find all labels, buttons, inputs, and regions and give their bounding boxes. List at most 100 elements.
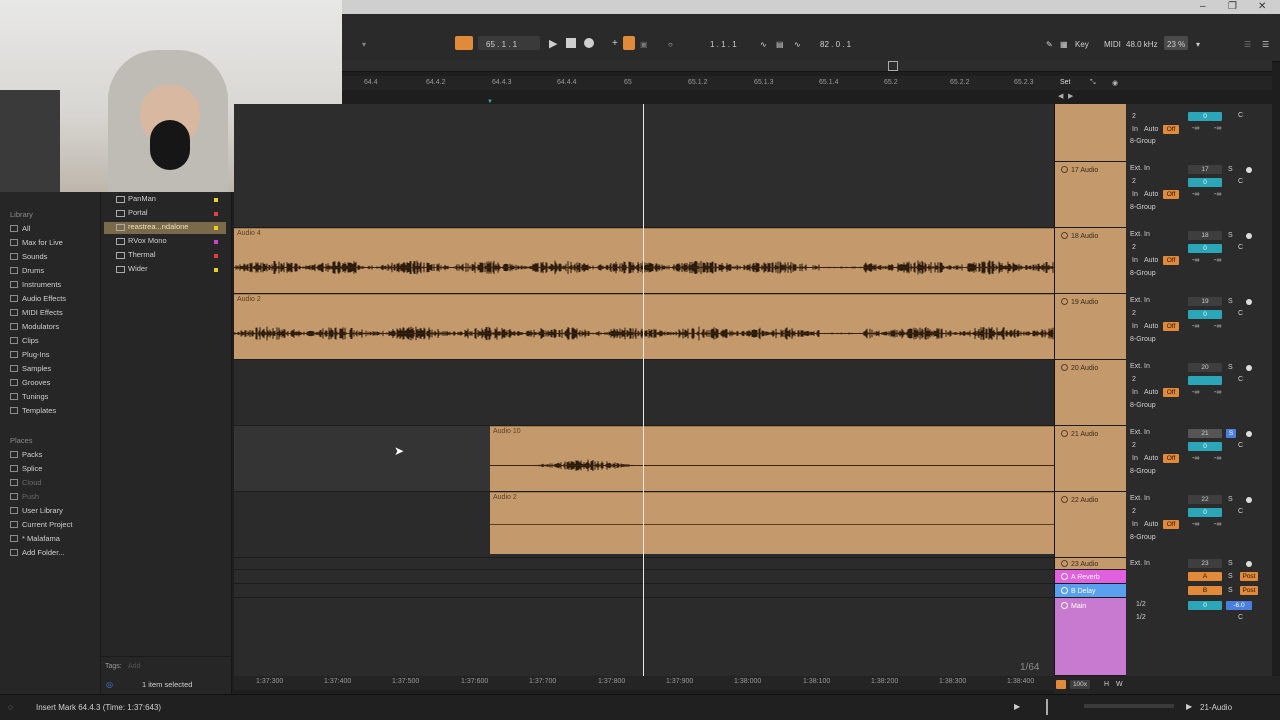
- track-volume[interactable]: 0: [1188, 442, 1222, 451]
- track-pan[interactable]: C: [1238, 310, 1243, 317]
- places-push[interactable]: Push: [10, 492, 39, 501]
- track-header[interactable]: [1055, 104, 1127, 162]
- return-track-header[interactable]: B Delay: [1055, 584, 1127, 598]
- main-volume[interactable]: 0: [1188, 601, 1222, 610]
- return-track-header[interactable]: A Reverb: [1055, 570, 1127, 584]
- browser-category-audio-effects[interactable]: Audio Effects: [10, 294, 66, 303]
- main-peak-meter[interactable]: -6.0: [1226, 601, 1252, 610]
- input-type-chooser[interactable]: Ext. In: [1130, 297, 1150, 304]
- track-header-selected[interactable]: 21 Audio: [1055, 426, 1127, 492]
- solo-button-active[interactable]: S: [1226, 429, 1236, 438]
- monitor-auto-button[interactable]: Auto: [1144, 257, 1158, 264]
- browser-file-item[interactable]: Thermal: [104, 250, 226, 262]
- solo-button[interactable]: S: [1228, 496, 1233, 503]
- monitor-in-button[interactable]: In: [1132, 323, 1138, 330]
- audio-clip[interactable]: Audio 2: [490, 492, 1054, 554]
- input-type-chooser[interactable]: Ext. In: [1130, 165, 1150, 172]
- add-icon[interactable]: +: [612, 38, 618, 49]
- info-icon[interactable]: ○: [8, 702, 13, 712]
- places-add-folder[interactable]: Add Folder...: [10, 548, 65, 557]
- punch-out-icon[interactable]: ∿: [794, 40, 801, 49]
- places-splice[interactable]: Splice: [10, 464, 42, 473]
- arm-icon[interactable]: [1246, 167, 1252, 173]
- browser-category-modulators[interactable]: Modulators: [10, 322, 59, 331]
- pre-post-toggle[interactable]: Post: [1240, 572, 1258, 581]
- restore-icon[interactable]: ❐: [1228, 1, 1237, 12]
- audio-clip[interactable]: Audio 2: [234, 294, 1054, 359]
- output-chooser[interactable]: 8-Group: [1130, 468, 1156, 475]
- track-activator[interactable]: 23: [1188, 559, 1222, 568]
- key-map-button[interactable]: Key: [1075, 40, 1089, 49]
- track-lane-empty[interactable]: [234, 104, 1054, 228]
- solo-button[interactable]: S: [1228, 166, 1233, 173]
- track-activator[interactable]: 22: [1188, 495, 1222, 504]
- loop-start-value[interactable]: 1 . 1 . 1: [710, 40, 737, 49]
- monitor-off-button[interactable]: Off: [1163, 454, 1179, 463]
- places-cloud[interactable]: Cloud: [10, 478, 42, 487]
- track-lane-empty[interactable]: [234, 360, 1054, 426]
- input-type-chooser[interactable]: Ext. In: [1130, 560, 1150, 567]
- solo-button[interactable]: S: [1228, 364, 1233, 371]
- fold-icon[interactable]: [1061, 496, 1068, 503]
- h-toggle[interactable]: H: [1104, 681, 1109, 688]
- input-channel-chooser[interactable]: 2: [1132, 244, 1136, 251]
- arrangement-view[interactable]: Audio 4 Audio 2 Audio 10 ➤ Audio 2 1/64: [234, 104, 1054, 676]
- track-header[interactable]: 18 Audio: [1055, 228, 1127, 294]
- loop-length-value[interactable]: 82 . 0 . 1: [820, 40, 851, 49]
- track-volume[interactable]: [1188, 376, 1222, 385]
- pencil-icon[interactable]: ✎: [1046, 40, 1053, 49]
- track-lane[interactable]: Audio 2: [234, 492, 1054, 558]
- monitor-auto-button[interactable]: Auto: [1144, 521, 1158, 528]
- hotswap-icon[interactable]: ◎: [106, 680, 113, 689]
- next-locator-icon[interactable]: ▶: [1068, 92, 1073, 100]
- fold-icon[interactable]: [1061, 573, 1068, 580]
- send-b[interactable]: -∞: [1214, 191, 1221, 198]
- expand-icon[interactable]: ⤡: [1090, 79, 1096, 87]
- solo-button[interactable]: S: [1228, 573, 1233, 580]
- play-icon[interactable]: ▶: [1014, 702, 1020, 711]
- send-b[interactable]: -∞: [1214, 455, 1221, 462]
- prev-locator-icon[interactable]: ◀: [1058, 92, 1063, 100]
- send-b[interactable]: -∞: [1214, 257, 1221, 264]
- fold-icon[interactable]: [1061, 166, 1068, 173]
- grid-size-label[interactable]: 1/64: [1020, 662, 1039, 673]
- track-pan[interactable]: C: [1238, 112, 1243, 119]
- fold-icon[interactable]: [1061, 364, 1068, 371]
- browser-file-item-selected[interactable]: reastrea...ndalone: [104, 222, 226, 234]
- fold-toggle-icon[interactable]: [1056, 680, 1066, 689]
- input-channel-chooser[interactable]: 2: [1132, 442, 1136, 449]
- browser-category-instruments[interactable]: Instruments: [10, 280, 61, 289]
- places-malafama[interactable]: * Malafama: [10, 534, 60, 543]
- solo-button[interactable]: S: [1228, 298, 1233, 305]
- browser-category-max-for-live[interactable]: Max for Live: [10, 238, 63, 247]
- zoom-display[interactable]: 100x: [1070, 680, 1090, 689]
- send-a[interactable]: -∞: [1192, 455, 1199, 462]
- places-user-library[interactable]: User Library: [10, 506, 63, 515]
- main-lane[interactable]: [234, 598, 1054, 676]
- return-activator[interactable]: B: [1188, 586, 1222, 595]
- monitor-in-button[interactable]: In: [1132, 191, 1138, 198]
- arrangement-overview[interactable]: [342, 60, 1272, 72]
- punch-in-icon[interactable]: ∿: [760, 40, 767, 49]
- track-activator[interactable]: 17: [1188, 165, 1222, 174]
- solo-button[interactable]: S: [1228, 560, 1233, 567]
- return-activator[interactable]: A: [1188, 572, 1222, 581]
- monitor-off-button[interactable]: Off: [1163, 388, 1179, 397]
- track-pan[interactable]: C: [1238, 508, 1243, 515]
- draw-mode-button[interactable]: [623, 36, 635, 50]
- input-channel-chooser[interactable]: 2: [1132, 508, 1136, 515]
- keyboard-icon[interactable]: ▦: [1060, 40, 1068, 49]
- arm-icon[interactable]: [1246, 233, 1252, 239]
- send-a[interactable]: -∞: [1192, 257, 1199, 264]
- fold-icon[interactable]: [1061, 232, 1068, 239]
- return-lane[interactable]: [234, 570, 1054, 584]
- track-header[interactable]: 20 Audio: [1055, 360, 1127, 426]
- input-channel-chooser[interactable]: 2: [1132, 178, 1136, 185]
- input-channel-chooser[interactable]: 2: [1132, 376, 1136, 383]
- places-current-project[interactable]: Current Project: [10, 520, 72, 529]
- main-pan[interactable]: C: [1238, 614, 1243, 621]
- monitor-auto-button[interactable]: Auto: [1144, 323, 1158, 330]
- stop-icon[interactable]: [566, 38, 576, 48]
- track-volume[interactable]: 0: [1188, 508, 1222, 517]
- send-a[interactable]: -∞: [1192, 125, 1199, 132]
